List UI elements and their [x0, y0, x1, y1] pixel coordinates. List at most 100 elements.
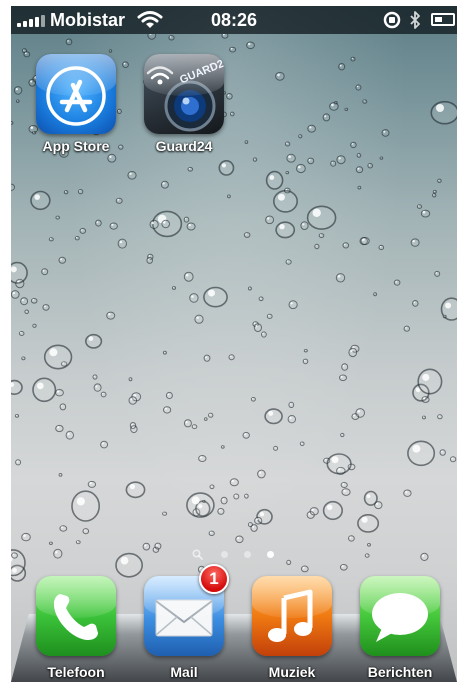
guard24-icon-text: GUARD24 — [178, 55, 224, 86]
wifi-icon — [137, 11, 163, 28]
water-drop — [58, 473, 63, 477]
water-drop — [318, 233, 325, 239]
water-drop — [247, 522, 253, 528]
water-drop — [355, 84, 362, 91]
carrier-name: Mobistar — [50, 10, 126, 30]
water-drop — [21, 532, 31, 542]
water-drop — [437, 178, 442, 184]
water-drop — [299, 441, 305, 447]
water-drop — [421, 396, 430, 403]
water-drop — [160, 180, 169, 189]
water-drop — [340, 482, 348, 488]
water-drop — [20, 297, 29, 306]
water-drop — [65, 38, 73, 46]
water-drop — [367, 163, 374, 169]
berichten-app[interactable]: Berichten — [353, 576, 447, 682]
water-drop — [265, 170, 284, 190]
water-drop — [59, 525, 68, 532]
water-drop — [117, 238, 128, 249]
page-indicator[interactable] — [11, 546, 457, 561]
water-drop — [265, 215, 275, 225]
water-drop — [340, 432, 345, 438]
water-drop — [165, 391, 173, 400]
water-drop — [357, 185, 362, 190]
water-drop — [63, 190, 69, 195]
water-drop — [194, 314, 204, 324]
guard24-app[interactable]: GUARD24 Guard24 — [137, 54, 231, 164]
water-drop — [244, 493, 249, 499]
dock: Telefoon 1 Mail Muziek Berichten — [11, 564, 457, 682]
water-drop — [183, 271, 194, 282]
music-icon — [252, 576, 332, 656]
water-drop — [344, 107, 349, 112]
water-drop — [303, 349, 308, 353]
app-label: Muziek — [268, 664, 316, 680]
water-drop — [95, 219, 102, 227]
water-drop — [309, 507, 319, 516]
water-drop — [300, 221, 309, 231]
mail-unread-badge: 1 — [199, 564, 229, 594]
mail-app[interactable]: 1 Mail — [137, 564, 231, 682]
water-drop — [100, 440, 109, 449]
water-drop — [339, 374, 347, 382]
water-drop — [275, 71, 285, 81]
water-drop — [48, 237, 54, 242]
water-drop — [129, 422, 137, 429]
water-drop — [393, 279, 401, 286]
page-dot[interactable] — [221, 551, 229, 559]
water-drop — [357, 513, 380, 533]
spotlight-search-icon[interactable] — [192, 549, 203, 561]
water-drop — [434, 270, 441, 277]
page-dot[interactable] — [244, 551, 252, 559]
water-drop — [284, 141, 291, 147]
app-label: Mail — [170, 664, 198, 680]
water-drop — [287, 415, 296, 424]
page-dot[interactable] — [267, 551, 275, 559]
water-drop — [307, 157, 315, 165]
water-drop — [355, 166, 364, 174]
water-drop — [403, 489, 412, 497]
water-drop — [65, 430, 74, 440]
water-drop — [189, 293, 199, 303]
water-drop — [11, 121, 14, 125]
water-drop — [87, 480, 97, 488]
water-drop — [342, 242, 350, 249]
water-drop — [330, 160, 337, 167]
water-drop — [55, 389, 64, 397]
water-drop — [43, 344, 73, 370]
water-drop — [229, 478, 239, 487]
water-drop — [146, 256, 153, 264]
water-drop — [55, 215, 61, 220]
water-drop — [92, 374, 98, 380]
bluetooth-icon — [410, 11, 420, 29]
water-drop — [341, 363, 349, 371]
water-drop — [59, 403, 67, 411]
water-drop — [217, 508, 225, 515]
water-drop — [417, 368, 443, 395]
water-drop — [128, 396, 138, 405]
water-drop — [407, 440, 436, 467]
water-drop — [11, 379, 23, 395]
muziek-app[interactable]: Muziek — [245, 576, 339, 682]
water-drop — [341, 488, 351, 496]
water-drop — [329, 102, 339, 111]
water-drop — [285, 259, 292, 265]
water-drop — [18, 331, 25, 336]
home-screen: Mobistar 08:26 App Store GUARD24 Guard24… — [11, 6, 457, 682]
water-drop — [403, 325, 410, 332]
water-drop — [198, 455, 207, 462]
water-drop — [247, 286, 252, 291]
water-drop — [230, 111, 235, 117]
telefoon-app[interactable]: Telefoon — [29, 576, 123, 682]
water-drop — [243, 232, 251, 238]
water-drop — [257, 469, 266, 479]
water-drop — [16, 99, 20, 103]
water-drop — [261, 331, 267, 338]
water-drop — [275, 221, 296, 239]
water-drop — [362, 99, 368, 104]
signal-icon — [17, 14, 47, 27]
water-drop — [302, 358, 309, 365]
water-drop — [326, 453, 352, 475]
water-drop — [161, 219, 170, 229]
app-store-app[interactable]: App Store — [29, 54, 123, 164]
